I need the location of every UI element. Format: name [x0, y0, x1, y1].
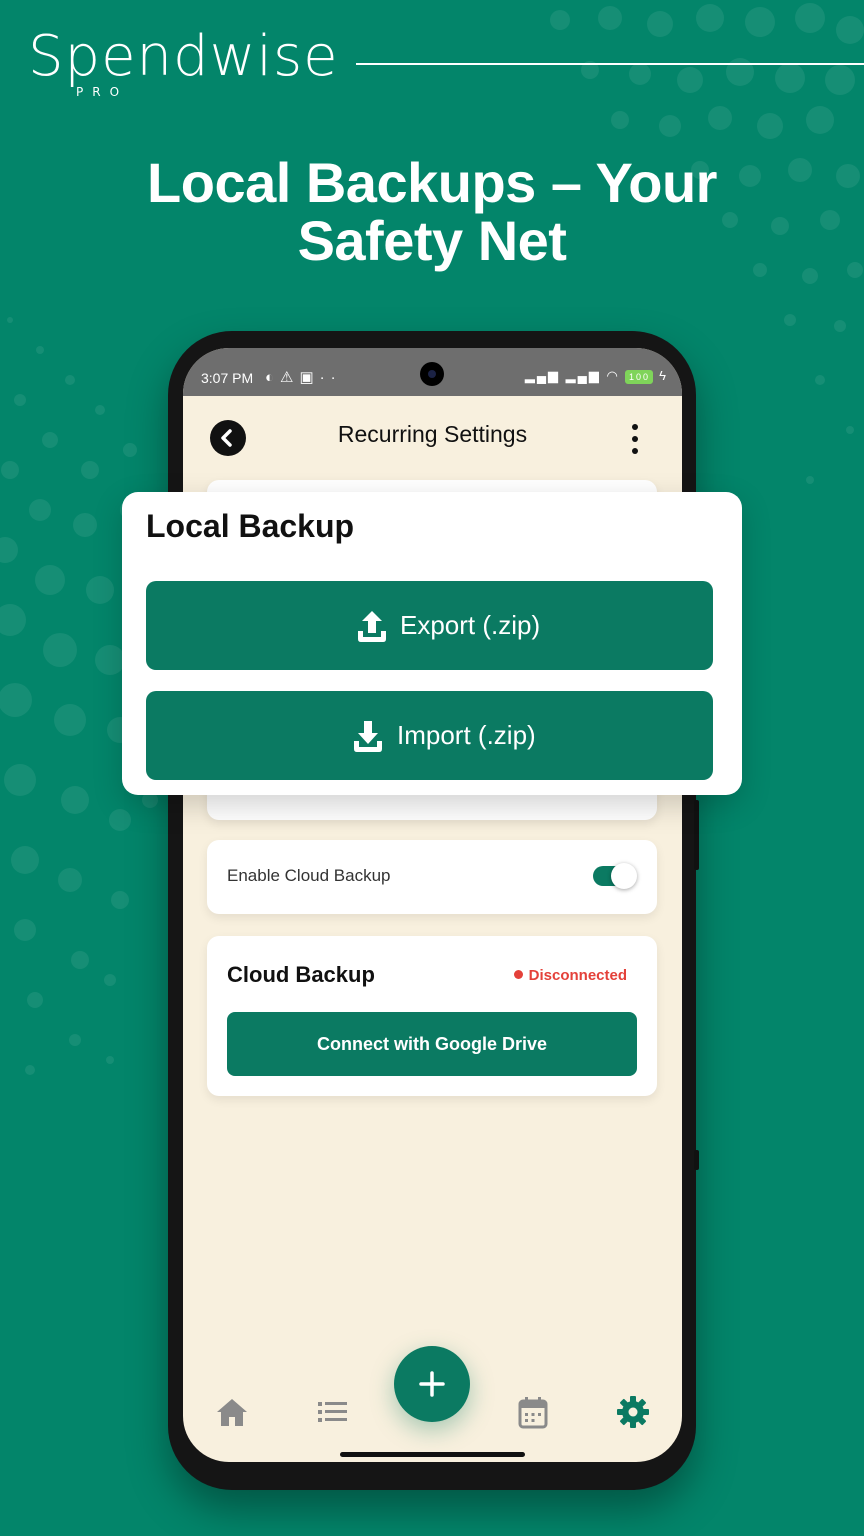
- front-camera: [420, 362, 444, 386]
- brand-divider-line: [356, 63, 864, 65]
- import-zip-button[interactable]: Import (.zip): [146, 691, 713, 780]
- page-title: Recurring Settings: [337, 421, 528, 447]
- settings-icon: [617, 1396, 649, 1428]
- export-zip-button[interactable]: Export (.zip): [146, 581, 713, 670]
- phone-side-button: [694, 800, 699, 870]
- status-bar: 3:07 PM ◐⚠▣·· ▂▄▆ ▂▄▆ ◠ 100 ϟ: [183, 348, 682, 396]
- nav-settings[interactable]: [613, 1392, 653, 1432]
- toggle-knob: [611, 863, 637, 889]
- brand-logo: Spendwise PRO: [28, 22, 339, 99]
- status-badge: Disconnected: [513, 967, 627, 984]
- wifi-icon: ◠: [606, 368, 620, 383]
- upload-icon: [358, 611, 386, 642]
- export-label: Export (.zip): [400, 610, 541, 640]
- home-indicator: [340, 1452, 525, 1457]
- nav-list[interactable]: [312, 1392, 352, 1432]
- cloud-backup-title: Cloud Backup: [227, 962, 375, 987]
- calendar-icon: [518, 1397, 548, 1429]
- status-right-icons: ▂▄▆ ▂▄▆ ◠ 100 ϟ: [525, 368, 668, 384]
- add-transaction-button[interactable]: [394, 1346, 470, 1422]
- kebab-menu-icon: [632, 424, 638, 454]
- signal-icon: ▂▄▆: [524, 368, 561, 383]
- status-dot-icon: [513, 970, 523, 979]
- brand-name: Spendwise: [28, 24, 339, 89]
- home-icon: [217, 1399, 247, 1426]
- more-menu-button[interactable]: [629, 422, 641, 456]
- status-time: 3:07 PM: [201, 370, 254, 386]
- plus-icon: [419, 1371, 445, 1397]
- cloud-toggle-label: Enable Cloud Backup: [227, 866, 391, 885]
- nav-calendar[interactable]: [513, 1392, 553, 1432]
- download-icon: [354, 721, 382, 752]
- charging-icon: ϟ: [659, 368, 668, 383]
- status-text: Disconnected: [528, 967, 627, 984]
- cloud-backup-toggle[interactable]: [593, 863, 637, 889]
- cloud-toggle-card: Enable Cloud Backup: [207, 840, 657, 914]
- connect-google-drive-button[interactable]: Connect with Google Drive: [227, 1012, 637, 1076]
- local-backup-card: Local Backup Export (.zip) Import (.zip): [122, 492, 742, 795]
- local-backup-title: Local Backup: [146, 508, 355, 544]
- brand-subtitle: PRO: [76, 85, 129, 99]
- import-label: Import (.zip): [397, 720, 536, 750]
- headline-line-1: Local Backups – Your: [147, 151, 717, 214]
- headline: Local Backups – Your Safety Net: [0, 154, 864, 270]
- list-icon: [318, 1402, 347, 1422]
- headline-line-2: Safety Net: [297, 209, 567, 272]
- notification-icons: ◐⚠▣··: [265, 369, 342, 386]
- battery-icon: 100: [625, 369, 654, 384]
- cloud-backup-card: Cloud Backup Disconnected Connect with G…: [207, 936, 657, 1096]
- signal-icon: ▂▄▆: [565, 368, 601, 383]
- nav-home[interactable]: [212, 1392, 252, 1432]
- phone-side-button: [694, 1150, 699, 1170]
